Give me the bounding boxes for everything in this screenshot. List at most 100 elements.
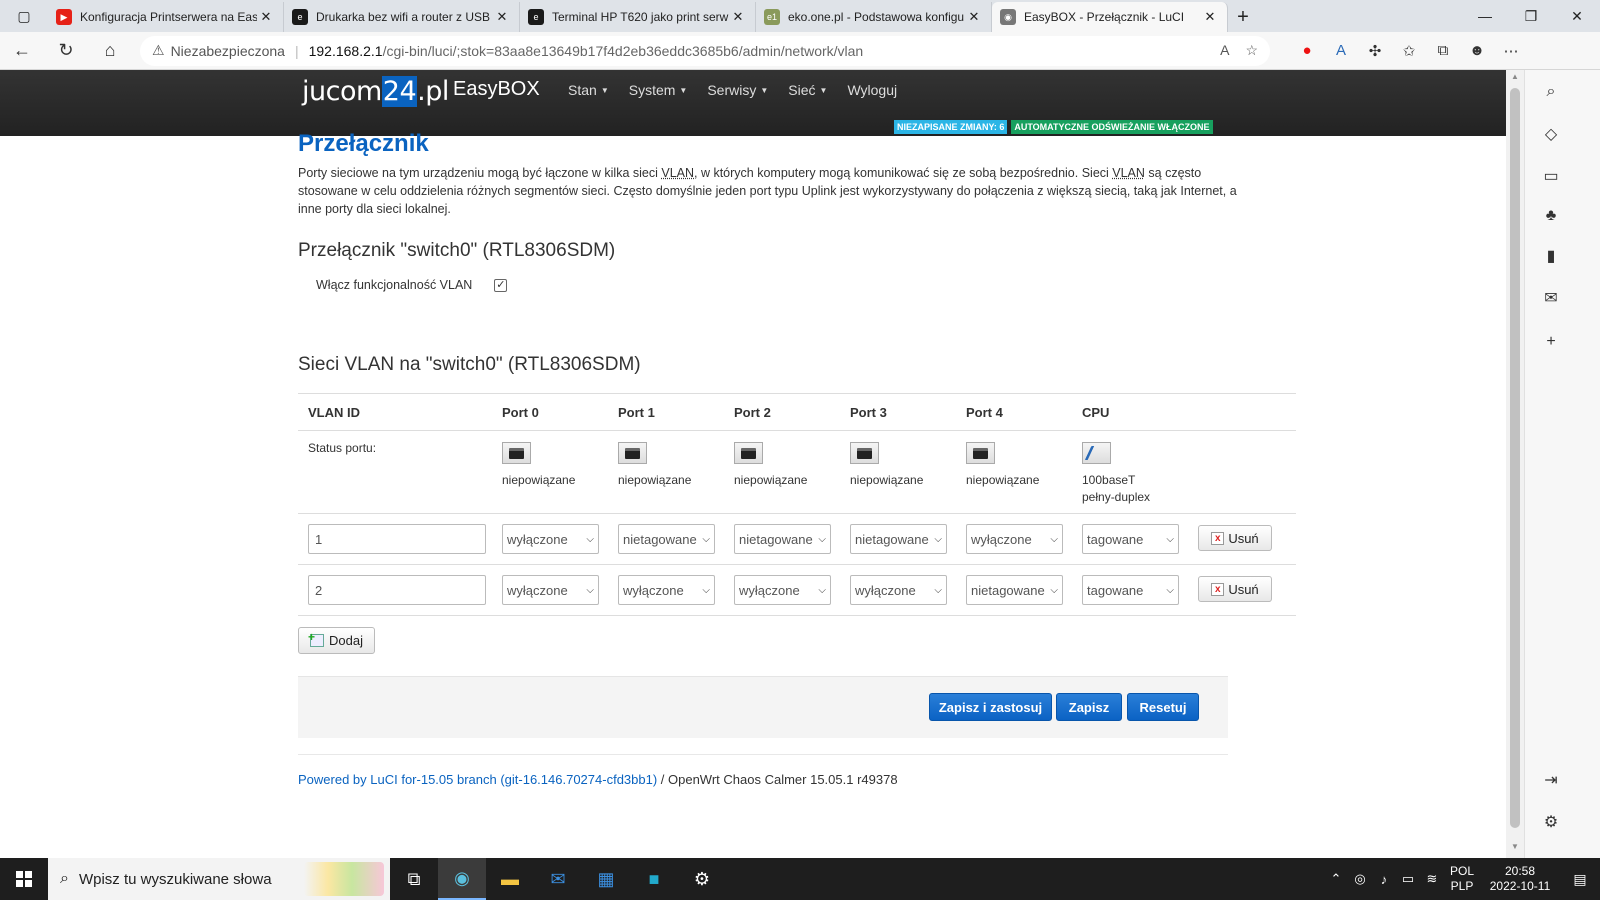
port-mode-select[interactable]: nietagowane ⌵ (618, 524, 715, 554)
tab-close-icon[interactable]: ✕ (257, 9, 275, 25)
tab-close-icon[interactable]: ✕ (493, 9, 511, 25)
add-favorite-icon[interactable]: ☆ (1245, 42, 1258, 59)
settings-app-icon[interactable]: ⚙ (678, 858, 726, 900)
tab-close-icon[interactable]: ✕ (965, 9, 983, 25)
port-mode-select[interactable]: wyłączone ⌵ (966, 524, 1063, 554)
save-button[interactable]: Zapisz (1056, 693, 1122, 721)
scroll-up-icon[interactable]: ▲ (1506, 72, 1524, 86)
store-icon[interactable]: ▦ (582, 858, 630, 900)
add-label: Dodaj (329, 633, 363, 648)
settings-icon[interactable]: ⚙ (1525, 806, 1577, 838)
games-icon[interactable]: ♣ (1525, 200, 1577, 232)
profile-avatar[interactable]: ☻ (1460, 32, 1494, 70)
add-sidebar-icon[interactable]: + (1525, 326, 1577, 358)
browser-tab[interactable]: e Drukarka bez wifi a router z USB ✕ (284, 2, 520, 32)
minimize-icon[interactable]: — (1462, 0, 1508, 32)
port-mode-select[interactable]: wyłączone ⌵ (502, 575, 599, 605)
address-bar[interactable]: ⚠ Niezabezpieczona | 192.168.2.1 /cgi-bi… (140, 35, 1270, 66)
tab-close-icon[interactable]: ✕ (729, 9, 747, 25)
refresh-icon[interactable]: ↻ (44, 32, 88, 70)
chevron-down-icon: ⌵ (818, 584, 826, 596)
browser-tab[interactable]: e1 eko.one.pl - Podstawowa konfigu ✕ (756, 2, 992, 32)
task-view-icon[interactable]: ⧉ (390, 858, 438, 900)
edge-app-icon[interactable]: ◉ (438, 858, 486, 900)
page-scrollbar[interactable]: ▲ ▼ (1506, 70, 1524, 858)
browser-tab[interactable]: ◉ EasyBOX - Przełącznik - LuCI ✕ (992, 2, 1228, 32)
new-tab-button[interactable]: + (1228, 2, 1258, 32)
scroll-thumb[interactable] (1510, 88, 1520, 828)
search-icon[interactable]: ⌕ (1525, 76, 1577, 108)
cpu-port-icon (1082, 442, 1111, 464)
volume-icon[interactable]: ♪ (1372, 872, 1396, 887)
notifications-icon[interactable]: ▤ (1560, 871, 1600, 888)
footer: Powered by LuCI for-15.05 branch (git-16… (298, 754, 1228, 787)
port-mode-select[interactable]: nietagowane ⌵ (966, 575, 1063, 605)
tab-close-icon[interactable]: ✕ (1201, 9, 1219, 25)
camera-icon[interactable]: ◎ (1348, 871, 1372, 887)
caret-icon: ▼ (600, 86, 609, 95)
clock[interactable]: 20:58 2022-10-11 (1480, 864, 1560, 894)
favorites-icon[interactable]: ✩ (1392, 32, 1426, 70)
browser-tab[interactable]: e Terminal HP T620 jako print serw ✕ (520, 2, 756, 32)
tools-icon[interactable]: ▭ (1525, 160, 1577, 192)
menu-wyloguj[interactable]: Wyloguj (847, 82, 897, 98)
port-mode-value: wyłączone (855, 582, 916, 598)
port-mode-select[interactable]: nietagowane ⌵ (734, 524, 831, 554)
tab-favicon-icon: ◉ (1000, 9, 1016, 25)
app-icon[interactable]: ■ (630, 858, 678, 900)
vlan-id-input[interactable]: 2 (308, 575, 486, 605)
back-icon[interactable]: ← (0, 32, 44, 70)
office-icon[interactable]: ▮ (1525, 240, 1577, 272)
sidebar-toggle-icon[interactable]: ⇥ (1525, 764, 1577, 796)
extensions-icon[interactable]: ✣ (1358, 32, 1392, 70)
menu-siec[interactable]: Sieć ▼ (788, 82, 827, 98)
add-vlan-button[interactable]: Dodaj (298, 627, 375, 654)
browser-tab[interactable]: ▶ Konfiguracja Printserwera na Eas ✕ (48, 2, 284, 32)
port-mode-cell: nietagowane ⌵ (724, 513, 840, 565)
port-mode-select[interactable]: tagowane ⌵ (1082, 575, 1179, 605)
collections-icon[interactable]: ⧉ (1426, 32, 1460, 70)
port-mode-value: nietagowane (971, 582, 1045, 598)
shopping-icon[interactable]: ◇ (1525, 118, 1577, 150)
mail-icon[interactable]: ✉ (534, 858, 582, 900)
tab-actions-icon[interactable]: ▢ (0, 0, 48, 32)
translate-extension-icon[interactable]: A (1324, 32, 1358, 70)
delete-vlan-button[interactable]: x Usuń (1198, 525, 1272, 551)
opera-extension-icon[interactable]: ● (1290, 32, 1324, 70)
port-mode-select[interactable]: nietagowane ⌵ (850, 524, 947, 554)
wifi-icon[interactable]: ≋ (1420, 871, 1444, 887)
more-menu-icon[interactable]: ⋯ (1494, 32, 1528, 70)
start-button[interactable] (0, 858, 48, 900)
scroll-down-icon[interactable]: ▼ (1506, 842, 1524, 856)
tray-overflow-icon[interactable]: ⌃ (1324, 871, 1348, 887)
restore-icon[interactable]: ❐ (1508, 0, 1554, 32)
port-mode-select[interactable]: wyłączone ⌵ (618, 575, 715, 605)
read-aloud-icon[interactable]: A (1220, 42, 1229, 59)
file-explorer-icon[interactable]: ▬ (486, 858, 534, 900)
port-mode-select[interactable]: wyłączone ⌵ (502, 524, 599, 554)
menu-serwisy[interactable]: Serwisy ▼ (707, 82, 768, 98)
language-indicator[interactable]: POL PLP (1444, 864, 1480, 894)
vlan-enable-checkbox[interactable]: ✓ (494, 278, 508, 292)
menu-system[interactable]: System ▼ (629, 82, 688, 98)
port-mode-select[interactable]: wyłączone ⌵ (734, 575, 831, 605)
delete-vlan-button[interactable]: x Usuń (1198, 576, 1272, 602)
save-apply-button[interactable]: Zapisz i zastosuj (929, 693, 1052, 721)
port-mode-select[interactable]: tagowane ⌵ (1082, 524, 1179, 554)
port-mode-select[interactable]: wyłączone ⌵ (850, 575, 947, 605)
outlook-icon[interactable]: ✉ (1525, 282, 1577, 314)
close-window-icon[interactable]: ✕ (1554, 0, 1600, 32)
delete-label: Usuń (1228, 530, 1259, 546)
taskbar-search[interactable]: ⌕ Wpisz tu wyszukiwane słowa (48, 858, 390, 900)
brand-name[interactable]: EasyBOX (453, 78, 540, 101)
home-icon[interactable]: ⌂ (88, 32, 132, 70)
logo[interactable]: jucom24.pl (302, 76, 449, 107)
port-status-line: 100baseT (1082, 473, 1136, 487)
menu-stan[interactable]: Stan ▼ (568, 82, 609, 98)
port-status-row: Status portu: niepowiązane niepowiązane nie… (298, 430, 1296, 514)
reset-button[interactable]: Resetuj (1127, 693, 1199, 721)
page-title: Przełącznik (298, 130, 429, 157)
luci-link[interactable]: Powered by LuCI for-15.05 branch (git-16… (298, 772, 657, 787)
vlan-id-input[interactable]: 1 (308, 524, 486, 554)
battery-icon[interactable]: ▭ (1396, 871, 1420, 887)
